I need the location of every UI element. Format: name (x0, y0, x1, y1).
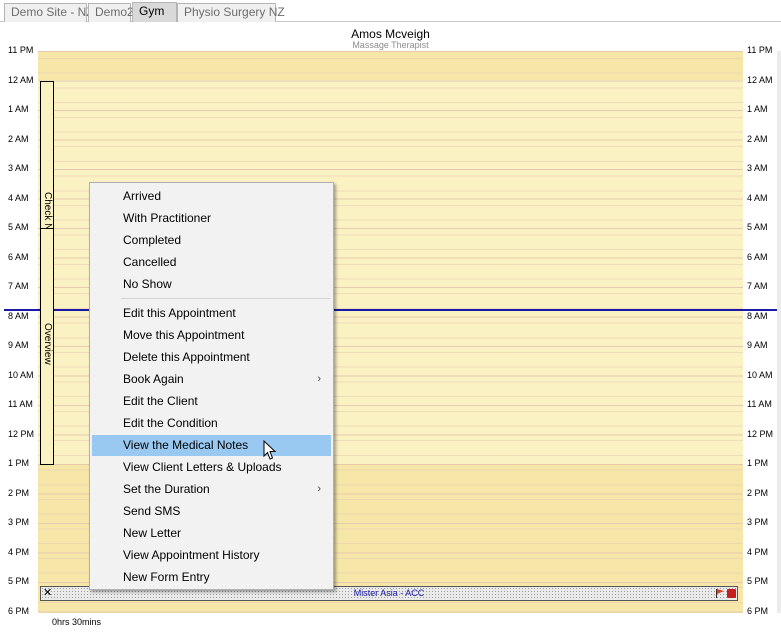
alert-flag-icon (727, 589, 736, 598)
time-label-right: 1 PM (747, 458, 769, 468)
menu-separator (121, 298, 331, 299)
menu-item-status[interactable]: Completed (92, 230, 331, 251)
menu-item-label: New Form Entry (123, 570, 210, 584)
time-label-left: 3 AM (8, 163, 29, 173)
time-label-left: 12 PM (8, 428, 35, 439)
menu-item-label: Delete this Appointment (123, 350, 250, 364)
time-label-right: 4 AM (747, 192, 768, 203)
overview-label: Overview (42, 323, 53, 365)
time-label-right: 1 AM (747, 104, 768, 114)
practitioner-role: Massage Therapist (352, 40, 429, 50)
menu-item-status[interactable]: Cancelled (92, 252, 331, 273)
time-label-left: 5 AM (8, 222, 29, 232)
menu-item-label: Send SMS (123, 504, 181, 518)
time-label-left: 10 AM (8, 369, 34, 380)
mouse-cursor-icon (263, 440, 277, 460)
tab-demo2[interactable]: Demo2 (88, 3, 134, 22)
menu-item-action[interactable]: Move this Appointment (92, 325, 331, 346)
menu-item-action[interactable]: New Form Entry (92, 567, 331, 588)
time-label-right: 4 PM (747, 546, 769, 557)
time-label-right: 11 PM (747, 45, 773, 55)
tab-demo-site-nz[interactable]: Demo Site - NZ (4, 3, 94, 22)
time-label-left: 3 PM (8, 517, 30, 527)
time-label-right: 6 PM (747, 605, 769, 616)
menu-item-action[interactable]: New Letter (92, 523, 331, 544)
time-label-right: 2 AM (747, 133, 768, 144)
site-tabs: Demo Site - NZ Demo2 Gym Physio Surgery … (0, 0, 781, 22)
time-label-left: 2 PM (8, 487, 30, 498)
time-label-right: 2 PM (747, 487, 769, 498)
menu-item-label: New Letter (123, 526, 182, 540)
menu-item-status[interactable]: No Show (92, 274, 331, 295)
time-label-right: 10 AM (747, 369, 773, 380)
menu-item-label: View Appointment History (123, 548, 260, 562)
time-label-left: 5 PM (8, 576, 30, 586)
time-label-right: 6 AM (747, 251, 768, 262)
menu-item-label: View the Medical Notes (123, 438, 249, 452)
menu-item-label: Move this Appointment (123, 328, 245, 342)
practitioner-name: Amos Mcveigh (351, 27, 430, 41)
duration-readout: 0hrs 30mins (52, 617, 102, 627)
time-label-right: 5 AM (747, 222, 768, 232)
time-label-left: 4 AM (8, 192, 29, 203)
tab-gym[interactable]: Gym (132, 2, 177, 22)
time-label-right: 12 PM (747, 428, 774, 439)
time-label-left: 12 AM (8, 74, 34, 85)
menu-item-label: Edit this Appointment (123, 306, 236, 320)
time-label-left: 11 AM (8, 399, 33, 409)
menu-item-action[interactable]: Delete this Appointment (92, 347, 331, 368)
time-label-right: 3 PM (747, 517, 769, 527)
menu-item-action[interactable]: Set the Duration › (92, 479, 331, 500)
menu-item-action[interactable]: View Appointment History (92, 545, 331, 566)
time-label-left: 1 PM (8, 458, 30, 468)
time-label-left: 2 AM (8, 133, 29, 144)
time-label-left: 6 PM (8, 605, 30, 616)
flag-icon (716, 589, 724, 598)
menu-item-label: Edit the Client (123, 394, 198, 408)
menu-item-action[interactable]: Send SMS (92, 501, 331, 522)
context-menu: Arrived With Practitioner Completed Cancell… (89, 182, 334, 590)
menu-item-label: Edit the Condition (123, 416, 218, 430)
time-label-right: 7 AM (747, 281, 768, 291)
tab-physio-surgery-nz[interactable]: Physio Surgery NZ (177, 3, 285, 22)
time-label-left: 7 AM (8, 281, 29, 291)
scrollbar[interactable] (777, 51, 781, 613)
menu-item-action[interactable]: Edit this Appointment (92, 303, 331, 324)
time-label-left: 1 AM (8, 104, 29, 114)
check-nz-block[interactable]: Check NZ (40, 81, 54, 236)
time-label-left: 6 AM (8, 251, 29, 262)
submenu-arrow-icon: › (317, 373, 321, 385)
menu-item-status[interactable]: Arrived (92, 186, 331, 207)
menu-item-label: View Client Letters & Uploads (123, 460, 282, 474)
time-label-right: 8 AM (747, 310, 768, 321)
menu-item-action[interactable]: View Client Letters & Uploads (92, 457, 331, 478)
overview-block[interactable]: Overview (40, 228, 54, 465)
time-label-right: 12 AM (747, 74, 773, 85)
time-label-left: 9 AM (8, 340, 29, 350)
submenu-arrow-icon: › (317, 483, 321, 495)
menu-item-status[interactable]: With Practitioner (92, 208, 331, 229)
time-label-right: 3 AM (747, 163, 768, 173)
time-label-left: 4 PM (8, 546, 30, 557)
time-label-left: 8 AM (8, 310, 29, 321)
time-label-left: 11 PM (8, 45, 34, 55)
menu-item-action[interactable]: Edit the Condition (92, 413, 331, 434)
menu-item-label: Set the Duration (123, 482, 210, 496)
time-label-right: 5 PM (747, 576, 769, 586)
time-label-right: 9 AM (747, 340, 768, 350)
time-label-right: 11 AM (747, 399, 772, 409)
menu-item-action[interactable]: Edit the Client (92, 391, 331, 412)
menu-item-action[interactable]: View the Medical Notes (92, 435, 331, 456)
menu-item-action[interactable]: Book Again › (92, 369, 331, 390)
menu-item-label: Book Again (123, 372, 184, 386)
